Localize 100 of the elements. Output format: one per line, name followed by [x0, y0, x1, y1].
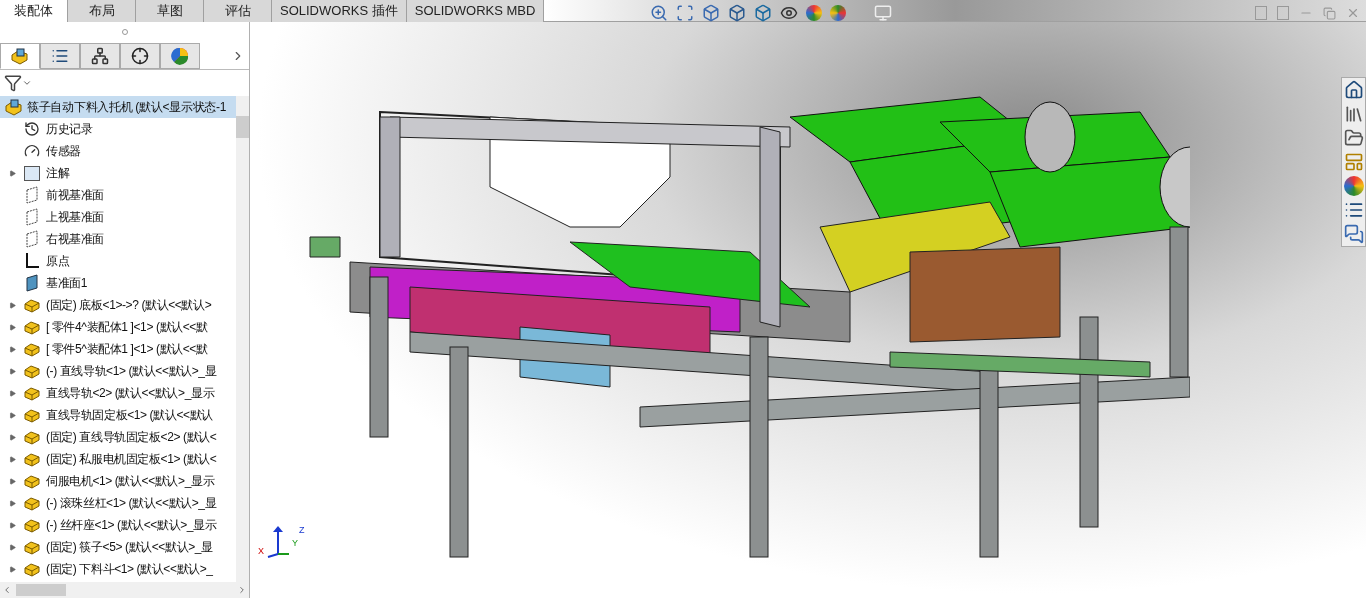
zoom-area-icon[interactable]: [676, 4, 694, 22]
tree-item[interactable]: (-) 直线导轨<1> (默认<<默认>_显: [0, 360, 236, 382]
expand-arrow-icon[interactable]: [8, 433, 16, 441]
tree-label: (-) 丝杆座<1> (默认<<默认>_显示: [46, 517, 217, 534]
command-tab[interactable]: 装配体: [0, 0, 68, 22]
filter-icon[interactable]: [4, 74, 22, 92]
tree-item[interactable]: 右视基准面: [0, 228, 236, 250]
part-icon: [23, 297, 41, 313]
tree-item[interactable]: 历史记录: [0, 118, 236, 140]
tree-item[interactable]: 基准面1: [0, 272, 236, 294]
tree-label: (固定) 底板<1>->? (默认<<默认>: [46, 297, 212, 314]
tree-item[interactable]: (固定) 下料斗<1> (默认<<默认>_: [0, 558, 236, 580]
tree-label: 直线导轨固定板<1> (默认<<默认: [46, 407, 213, 424]
part-icon: [23, 429, 41, 445]
folder-icon[interactable]: [1344, 128, 1364, 148]
tree-item[interactable]: 伺服电机<1> (默认<<默认>_显示: [0, 470, 236, 492]
assembly-icon: [4, 98, 24, 116]
command-tab[interactable]: 评估: [204, 0, 272, 22]
forum-icon[interactable]: [1344, 224, 1364, 244]
command-tab[interactable]: 草图: [136, 0, 204, 22]
tree-label: (-) 滚珠丝杠<1> (默认<<默认>_显: [46, 495, 217, 512]
tree-item[interactable]: 上视基准面: [0, 206, 236, 228]
command-tab[interactable]: SOLIDWORKS 插件: [272, 0, 407, 22]
tree-label: 历史记录: [46, 121, 93, 138]
expand-arrow-icon[interactable]: [8, 367, 16, 375]
tree-icon: [91, 47, 109, 65]
tree-item[interactable]: [ 零件4^装配体1 ]<1> (默认<<默: [0, 316, 236, 338]
home-icon[interactable]: [1344, 80, 1364, 100]
part-icon: [23, 341, 41, 357]
part-icon: [23, 451, 41, 467]
expand-arrow-icon[interactable]: [8, 455, 16, 463]
color-ball-icon: [171, 47, 189, 65]
tree-item[interactable]: 直线导轨固定板<1> (默认<<默认: [0, 404, 236, 426]
plane-icon: [25, 186, 39, 204]
tree-label: (-) 直线导轨<1> (默认<<默认>_显: [46, 363, 217, 380]
tree-item[interactable]: (固定) 底板<1>->? (默认<<默认>: [0, 294, 236, 316]
zoom-to-fit-icon[interactable]: [650, 4, 668, 22]
tree-label: (固定) 下料斗<1> (默认<<默认>_: [46, 561, 213, 578]
tree-label: 前视基准面: [46, 187, 104, 204]
tree-label: 筷子自动下料入托机 (默认<显示状态-1: [27, 99, 226, 116]
expand-arrow-icon[interactable]: [8, 543, 16, 551]
part-icon: [23, 539, 41, 555]
part-icon: [23, 517, 41, 533]
plane-icon: [25, 208, 39, 226]
tree-item[interactable]: 筷子自动下料入托机 (默认<显示状态-1: [0, 96, 236, 118]
expand-arrow-icon[interactable]: [8, 499, 16, 507]
origin-icon: [24, 252, 40, 270]
expand-arrow-icon[interactable]: [8, 323, 16, 331]
expand-arrow-icon[interactable]: [8, 345, 16, 353]
part-icon: [23, 319, 41, 335]
library-icon[interactable]: [1344, 104, 1364, 124]
part-icon: [23, 363, 41, 379]
hide-show-icon[interactable]: [780, 4, 798, 22]
expand-arrow-icon[interactable]: [8, 411, 16, 419]
scroll-left-icon[interactable]: [2, 585, 12, 595]
panel-tab[interactable]: [0, 43, 40, 69]
command-tab[interactable]: SOLIDWORKS MBD: [406, 0, 545, 22]
annotation-icon: [24, 165, 40, 181]
command-tab[interactable]: 布局: [68, 0, 136, 22]
expand-arrow-icon[interactable]: [8, 565, 16, 573]
tree-item[interactable]: 原点: [0, 250, 236, 272]
expand-arrow-icon[interactable]: [8, 169, 16, 177]
part-icon: [23, 495, 41, 511]
expand-arrow-icon[interactable]: [8, 521, 16, 529]
tree-label: 传感器: [46, 143, 81, 160]
tree-label: 右视基准面: [46, 231, 104, 248]
crosshair-icon: [131, 47, 149, 65]
part-icon: [23, 385, 41, 401]
panel-tab[interactable]: [120, 43, 160, 69]
tree-item[interactable]: [ 零件5^装配体1 ]<1> (默认<<默: [0, 338, 236, 360]
expand-arrow-icon[interactable]: [8, 301, 16, 309]
scroll-right-icon[interactable]: [237, 585, 247, 595]
list-icon: [51, 47, 69, 65]
tree-item[interactable]: (-) 丝杆座<1> (默认<<默认>_显示: [0, 514, 236, 536]
tree-item[interactable]: 传感器: [0, 140, 236, 162]
tree-label: (固定) 私服电机固定板<1> (默认<: [46, 451, 217, 468]
properties-icon[interactable]: [1344, 200, 1364, 220]
expand-arrow-icon[interactable]: [8, 477, 16, 485]
axis-label: X: [258, 544, 264, 558]
tree-label: [ 零件5^装配体1 ]<1> (默认<<默: [46, 341, 208, 358]
sensor-folder-icon: [24, 143, 40, 159]
expand-arrow-icon[interactable]: [8, 389, 16, 397]
scrollbar-thumb[interactable]: [236, 116, 249, 138]
axis-label: Z: [299, 524, 305, 537]
tree-item[interactable]: (固定) 私服电机固定板<1> (默认<: [0, 448, 236, 470]
tree-item[interactable]: 直线导轨<2> (默认<<默认>_显示: [0, 382, 236, 404]
history-folder-icon: [24, 121, 40, 137]
tree-item[interactable]: (固定) 筷子<5> (默认<<默认>_显: [0, 536, 236, 558]
axis-label: Y: [292, 536, 299, 550]
tree-label: 原点: [46, 253, 70, 270]
tree-label: 注解: [46, 165, 70, 182]
tree-label: 上视基准面: [46, 209, 104, 226]
assembly-icon: [10, 47, 30, 65]
scrollbar-thumb[interactable]: [16, 584, 66, 596]
tree-label: [ 零件4^装配体1 ]<1> (默认<<默: [46, 319, 208, 336]
tree-item[interactable]: (固定) 直线导轨固定板<2> (默认<: [0, 426, 236, 448]
tree-item[interactable]: (-) 滚珠丝杠<1> (默认<<默认>_显: [0, 492, 236, 514]
panel-tab[interactable]: [80, 43, 120, 69]
tree-item[interactable]: 注解: [0, 162, 236, 184]
tree-item[interactable]: 前视基准面: [0, 184, 236, 206]
